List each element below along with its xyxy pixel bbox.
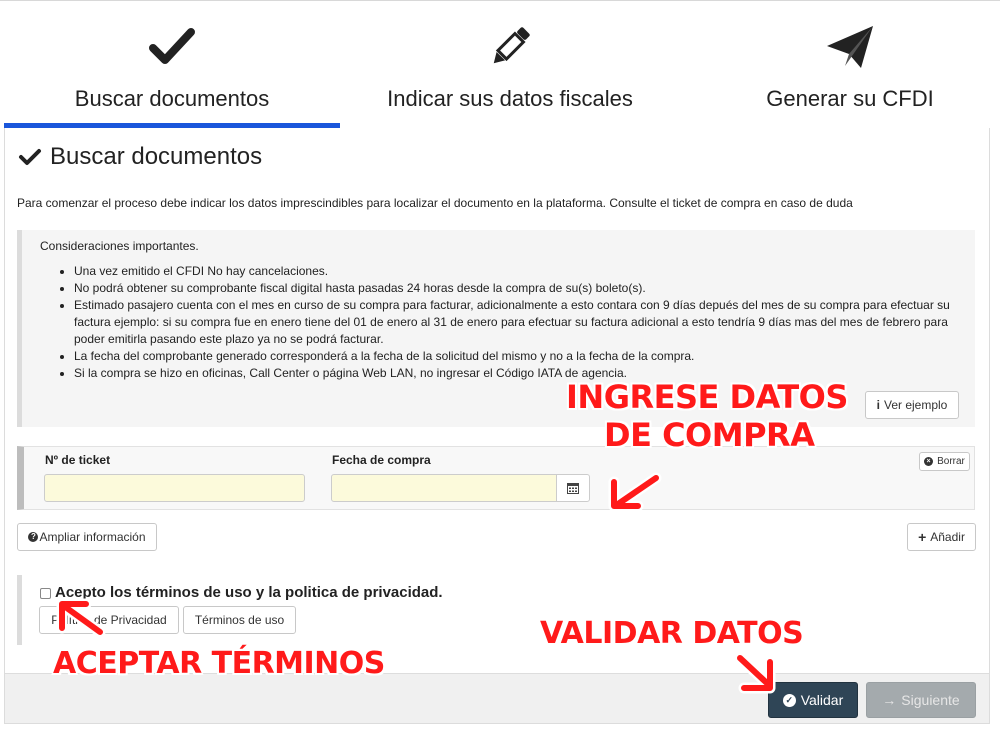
terms-of-use-label: Términos de uso bbox=[194, 613, 285, 627]
annotation-ingrese-line2: DE COMPRA bbox=[604, 416, 815, 454]
section-title: Buscar documentos bbox=[18, 142, 262, 172]
privacy-policy-label: Política de Privacidad bbox=[51, 613, 167, 627]
annotation-aceptar: ACEPTAR TÉRMINOS bbox=[53, 646, 385, 681]
purchase-date-input[interactable] bbox=[331, 474, 557, 502]
paper-plane-icon bbox=[827, 26, 873, 68]
question-circle-icon: ? bbox=[28, 532, 39, 542]
accept-terms-label[interactable]: Acepto los términos de uso y la politica… bbox=[55, 584, 443, 601]
annotation-ingrese-line1: INGRESE DATOS bbox=[566, 378, 848, 416]
arrow-right-icon: → bbox=[882, 692, 897, 708]
info-icon: i bbox=[876, 398, 880, 412]
purchase-date-label: Fecha de compra bbox=[332, 453, 431, 467]
list-item: Estimado pasajero cuenta con el mes en c… bbox=[74, 297, 964, 348]
view-example-button[interactable]: i Ver ejemplo bbox=[865, 391, 959, 419]
ticket-number-label: Nº de ticket bbox=[45, 453, 111, 467]
list-item: Una vez emitido el CFDI No hay cancelaci… bbox=[74, 263, 964, 280]
calendar-icon bbox=[567, 483, 579, 494]
clear-button[interactable]: × Borrar bbox=[919, 452, 970, 471]
add-button[interactable]: + Añadir bbox=[907, 523, 976, 551]
notes-list: Una vez emitido el CFDI No hay cancelaci… bbox=[74, 263, 964, 382]
next-label: Siguiente bbox=[901, 692, 960, 708]
more-info-label: Ampliar información bbox=[39, 530, 146, 544]
step-label: Indicar sus datos fiscales bbox=[387, 86, 633, 111]
step-datos-fiscales[interactable]: Indicar sus datos fiscales bbox=[340, 0, 680, 128]
validate-label: Validar bbox=[800, 692, 844, 708]
step-label: Buscar documentos bbox=[74, 86, 270, 111]
list-item: No podrá obtener su comprobante fiscal d… bbox=[74, 280, 964, 297]
terms-of-use-button[interactable]: Términos de uso bbox=[183, 606, 296, 634]
list-item: La fecha del comprobante generado corres… bbox=[74, 348, 964, 365]
check-icon bbox=[19, 149, 41, 165]
calendar-button[interactable] bbox=[556, 474, 590, 502]
more-info-button[interactable]: ? Ampliar información bbox=[17, 523, 157, 551]
view-example-label: Ver ejemplo bbox=[883, 398, 948, 412]
clear-label: Borrar bbox=[937, 456, 965, 467]
check-circle-icon: ✓ bbox=[782, 693, 796, 707]
validate-button[interactable]: ✓ Validar bbox=[768, 682, 858, 718]
ticket-number-input[interactable] bbox=[44, 474, 305, 502]
remove-icon: × bbox=[924, 457, 934, 466]
intro-text: Para comenzar el proceso debe indicar lo… bbox=[17, 196, 853, 210]
annotation-validar: VALIDAR DATOS bbox=[540, 616, 804, 651]
plus-icon: + bbox=[918, 529, 927, 545]
step-label: Generar su CFDI bbox=[766, 86, 934, 111]
add-label: Añadir bbox=[930, 530, 965, 544]
next-button[interactable]: → Siguiente bbox=[866, 682, 976, 718]
notes-title: Consideraciones importantes. bbox=[40, 239, 199, 253]
accept-terms-checkbox[interactable] bbox=[40, 588, 51, 599]
section-title-text: Buscar documentos bbox=[50, 143, 263, 170]
step-generar-cfdi[interactable]: Generar su CFDI bbox=[680, 0, 1000, 128]
check-icon bbox=[149, 28, 195, 64]
pencil-icon bbox=[493, 27, 530, 64]
privacy-policy-button[interactable]: Política de Privacidad bbox=[39, 606, 179, 634]
step-buscar-documentos[interactable]: Buscar documentos bbox=[4, 0, 340, 128]
